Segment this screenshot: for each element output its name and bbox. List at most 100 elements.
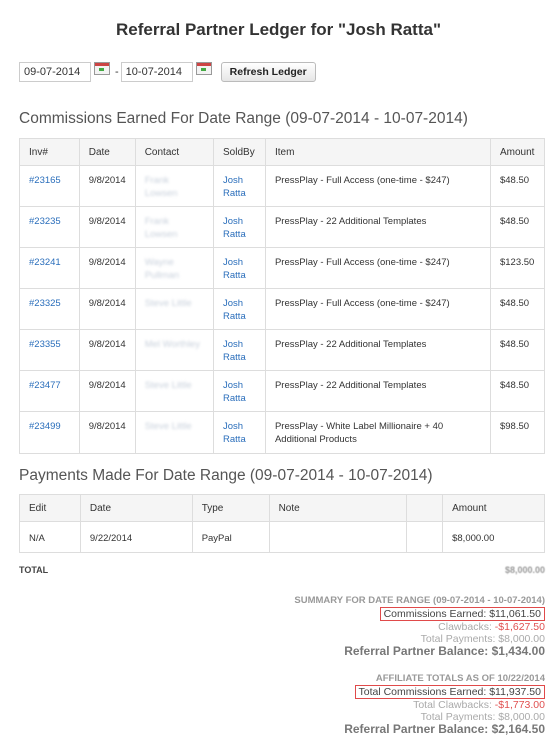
commissions-heading: Commissions Earned For Date Range (09-07… [19, 110, 468, 127]
table-header-row: Inv# Date Contact SoldBy Item Amount [19, 138, 546, 166]
table-header-row: Edit Date Type Note Amount [19, 494, 545, 522]
invoice-link[interactable]: #23241 [29, 257, 61, 268]
commissions-earned: Commissions Earned: $11,061.50 [379, 607, 545, 621]
item-cell: PressPlay - 22 Additional Templates [264, 329, 491, 371]
total-clawbacks-line: Total Clawbacks: -$1,773.00 [344, 699, 545, 711]
type-cell: PayPal [191, 521, 270, 553]
item-cell: PressPlay - 22 Additional Templates [264, 370, 491, 412]
invoice-link[interactable]: #23235 [29, 216, 61, 227]
date-cell: 9/8/2014 [78, 411, 136, 454]
date-cell: 9/8/2014 [78, 329, 136, 371]
invoice-cell: #23241 [19, 247, 80, 289]
affiliate-totals: AFFILIATE TOTALS AS OF 10/22/2014 Total … [344, 673, 545, 735]
invoice-link[interactable]: #23355 [29, 339, 61, 350]
sold-by-first: Josh [223, 175, 244, 186]
invoice-cell: #23477 [19, 370, 80, 412]
edit-cell: N/A [19, 521, 81, 553]
sold-by-cell: Josh Ratta [213, 165, 266, 207]
amount-cell: $48.50 [489, 288, 546, 330]
commissions-table: Inv# Date Contact SoldBy Item Amount #23… [19, 138, 546, 454]
amount-cell: $48.50 [489, 370, 546, 412]
total-clawbacks-label: Total Clawbacks: [413, 699, 492, 711]
contact-name: Steve Little [144, 298, 192, 309]
sold-by-first: Josh [223, 257, 244, 268]
column-header: Amount [442, 494, 545, 522]
column-header: Inv# [19, 138, 80, 166]
sold-by-link[interactable]: Josh Ratta [223, 380, 246, 404]
column-header: Date [78, 138, 136, 166]
sold-by-last: Ratta [223, 434, 246, 445]
clawbacks-value: -$1,627.50 [494, 621, 545, 633]
date-range-summary: SUMMARY FOR DATE RANGE (09-07-2014 - 10-… [294, 595, 545, 657]
invoice-link[interactable]: #23477 [29, 380, 61, 391]
column-header: Edit [19, 494, 81, 522]
invoice-cell: #23355 [19, 329, 80, 371]
total-amount: $8,000.00 [504, 565, 545, 575]
date-cell: 9/8/2014 [78, 288, 136, 330]
contact-cell: Mel Worthley [134, 329, 215, 371]
start-date-input[interactable] [19, 62, 91, 82]
invoice-link[interactable]: #23325 [29, 298, 61, 309]
contact-cell: Wayne Pullman [134, 247, 215, 289]
sold-by-link[interactable]: Josh Ratta [223, 339, 246, 363]
column-header: SoldBy [213, 138, 266, 166]
sold-by-link[interactable]: Josh Ratta [223, 421, 246, 445]
sold-by-link[interactable]: Josh Ratta [223, 175, 246, 199]
sold-by-link[interactable]: Josh Ratta [223, 298, 246, 322]
contact-cell: Steve Little [134, 288, 215, 330]
end-date-input[interactable] [120, 62, 193, 82]
contact-name: Wayne Pullman [144, 257, 180, 281]
invoice-link[interactable]: #23165 [29, 175, 61, 186]
sold-by-link[interactable]: Josh Ratta [223, 257, 246, 281]
sold-by-cell: Josh Ratta [213, 370, 266, 412]
amount-cell: $48.50 [489, 165, 546, 207]
item-cell: PressPlay - 22 Additional Templates [264, 206, 491, 248]
note-cell [268, 521, 408, 553]
column-header: Contact [134, 138, 215, 166]
table-row: #23241 9/8/2014 Wayne Pullman Josh Ratta Pres… [19, 247, 546, 289]
calendar-icon[interactable] [94, 61, 110, 75]
page-title: Referral Partner Ledger for "Josh Ratta" [115, 20, 442, 39]
affiliate-totals-heading: AFFILIATE TOTALS AS OF 10/22/2014 [375, 673, 545, 684]
table-row: #23499 9/8/2014 Steve Little Josh Ratta Press… [19, 411, 546, 454]
amount-cell: $48.50 [489, 206, 546, 248]
empty-cell [406, 521, 444, 553]
sold-by-cell: Josh Ratta [213, 288, 266, 330]
column-header: Note [268, 494, 408, 522]
refresh-ledger-button[interactable]: Refresh Ledger [220, 62, 316, 82]
item-cell: PressPlay - Full Access (one-time - $247… [264, 288, 491, 330]
invoice-link[interactable]: #23499 [29, 421, 61, 432]
contact-name: Frank Lowsen [144, 216, 178, 240]
contact-cell: Steve Little [134, 411, 215, 454]
sold-by-cell: Josh Ratta [213, 247, 266, 289]
clawbacks-label: Clawbacks: [438, 621, 492, 633]
sold-by-first: Josh [223, 298, 244, 309]
sold-by-cell: Josh Ratta [213, 329, 266, 371]
calendar-icon[interactable] [195, 61, 212, 75]
sold-by-first: Josh [223, 380, 244, 391]
total-commissions-earned: Total Commissions Earned: $11,937.50 [354, 685, 545, 699]
total-row: TOTAL $8,000.00 [19, 565, 545, 575]
affiliate-balance: Referral Partner Balance: $2,164.50 [344, 722, 545, 736]
sold-by-last: Ratta [223, 311, 246, 322]
commissions-table-body: #23165 9/8/2014 Frank Lowsen Josh Ratta Press… [19, 165, 546, 454]
column-header: Type [191, 494, 270, 522]
sold-by-last: Ratta [223, 352, 246, 363]
item-cell: PressPlay - White Label Millionaire + 40… [264, 411, 491, 454]
contact-cell: Frank Lowsen [134, 165, 215, 207]
date-cell: 9/22/2014 [79, 521, 193, 553]
sold-by-link[interactable]: Josh Ratta [223, 216, 246, 240]
clawbacks-line: Clawbacks: -$1,627.50 [294, 621, 545, 633]
contact-name: Steve Little [144, 421, 192, 432]
column-header [406, 494, 444, 522]
invoice-cell: #23499 [19, 411, 80, 454]
table-row: #23325 9/8/2014 Steve Little Josh Ratta Press… [19, 288, 546, 330]
summary-heading: SUMMARY FOR DATE RANGE (09-07-2014 - 10-… [294, 595, 545, 606]
sold-by-first: Josh [223, 339, 244, 350]
contact-name: Steve Little [144, 380, 192, 391]
table-row: #23355 9/8/2014 Mel Worthley Josh Ratta Press… [19, 329, 546, 371]
amount-cell: $48.50 [489, 329, 546, 371]
item-cell: PressPlay - Full Access (one-time - $247… [264, 165, 491, 207]
date-cell: 9/8/2014 [78, 247, 136, 289]
sold-by-first: Josh [223, 421, 244, 432]
